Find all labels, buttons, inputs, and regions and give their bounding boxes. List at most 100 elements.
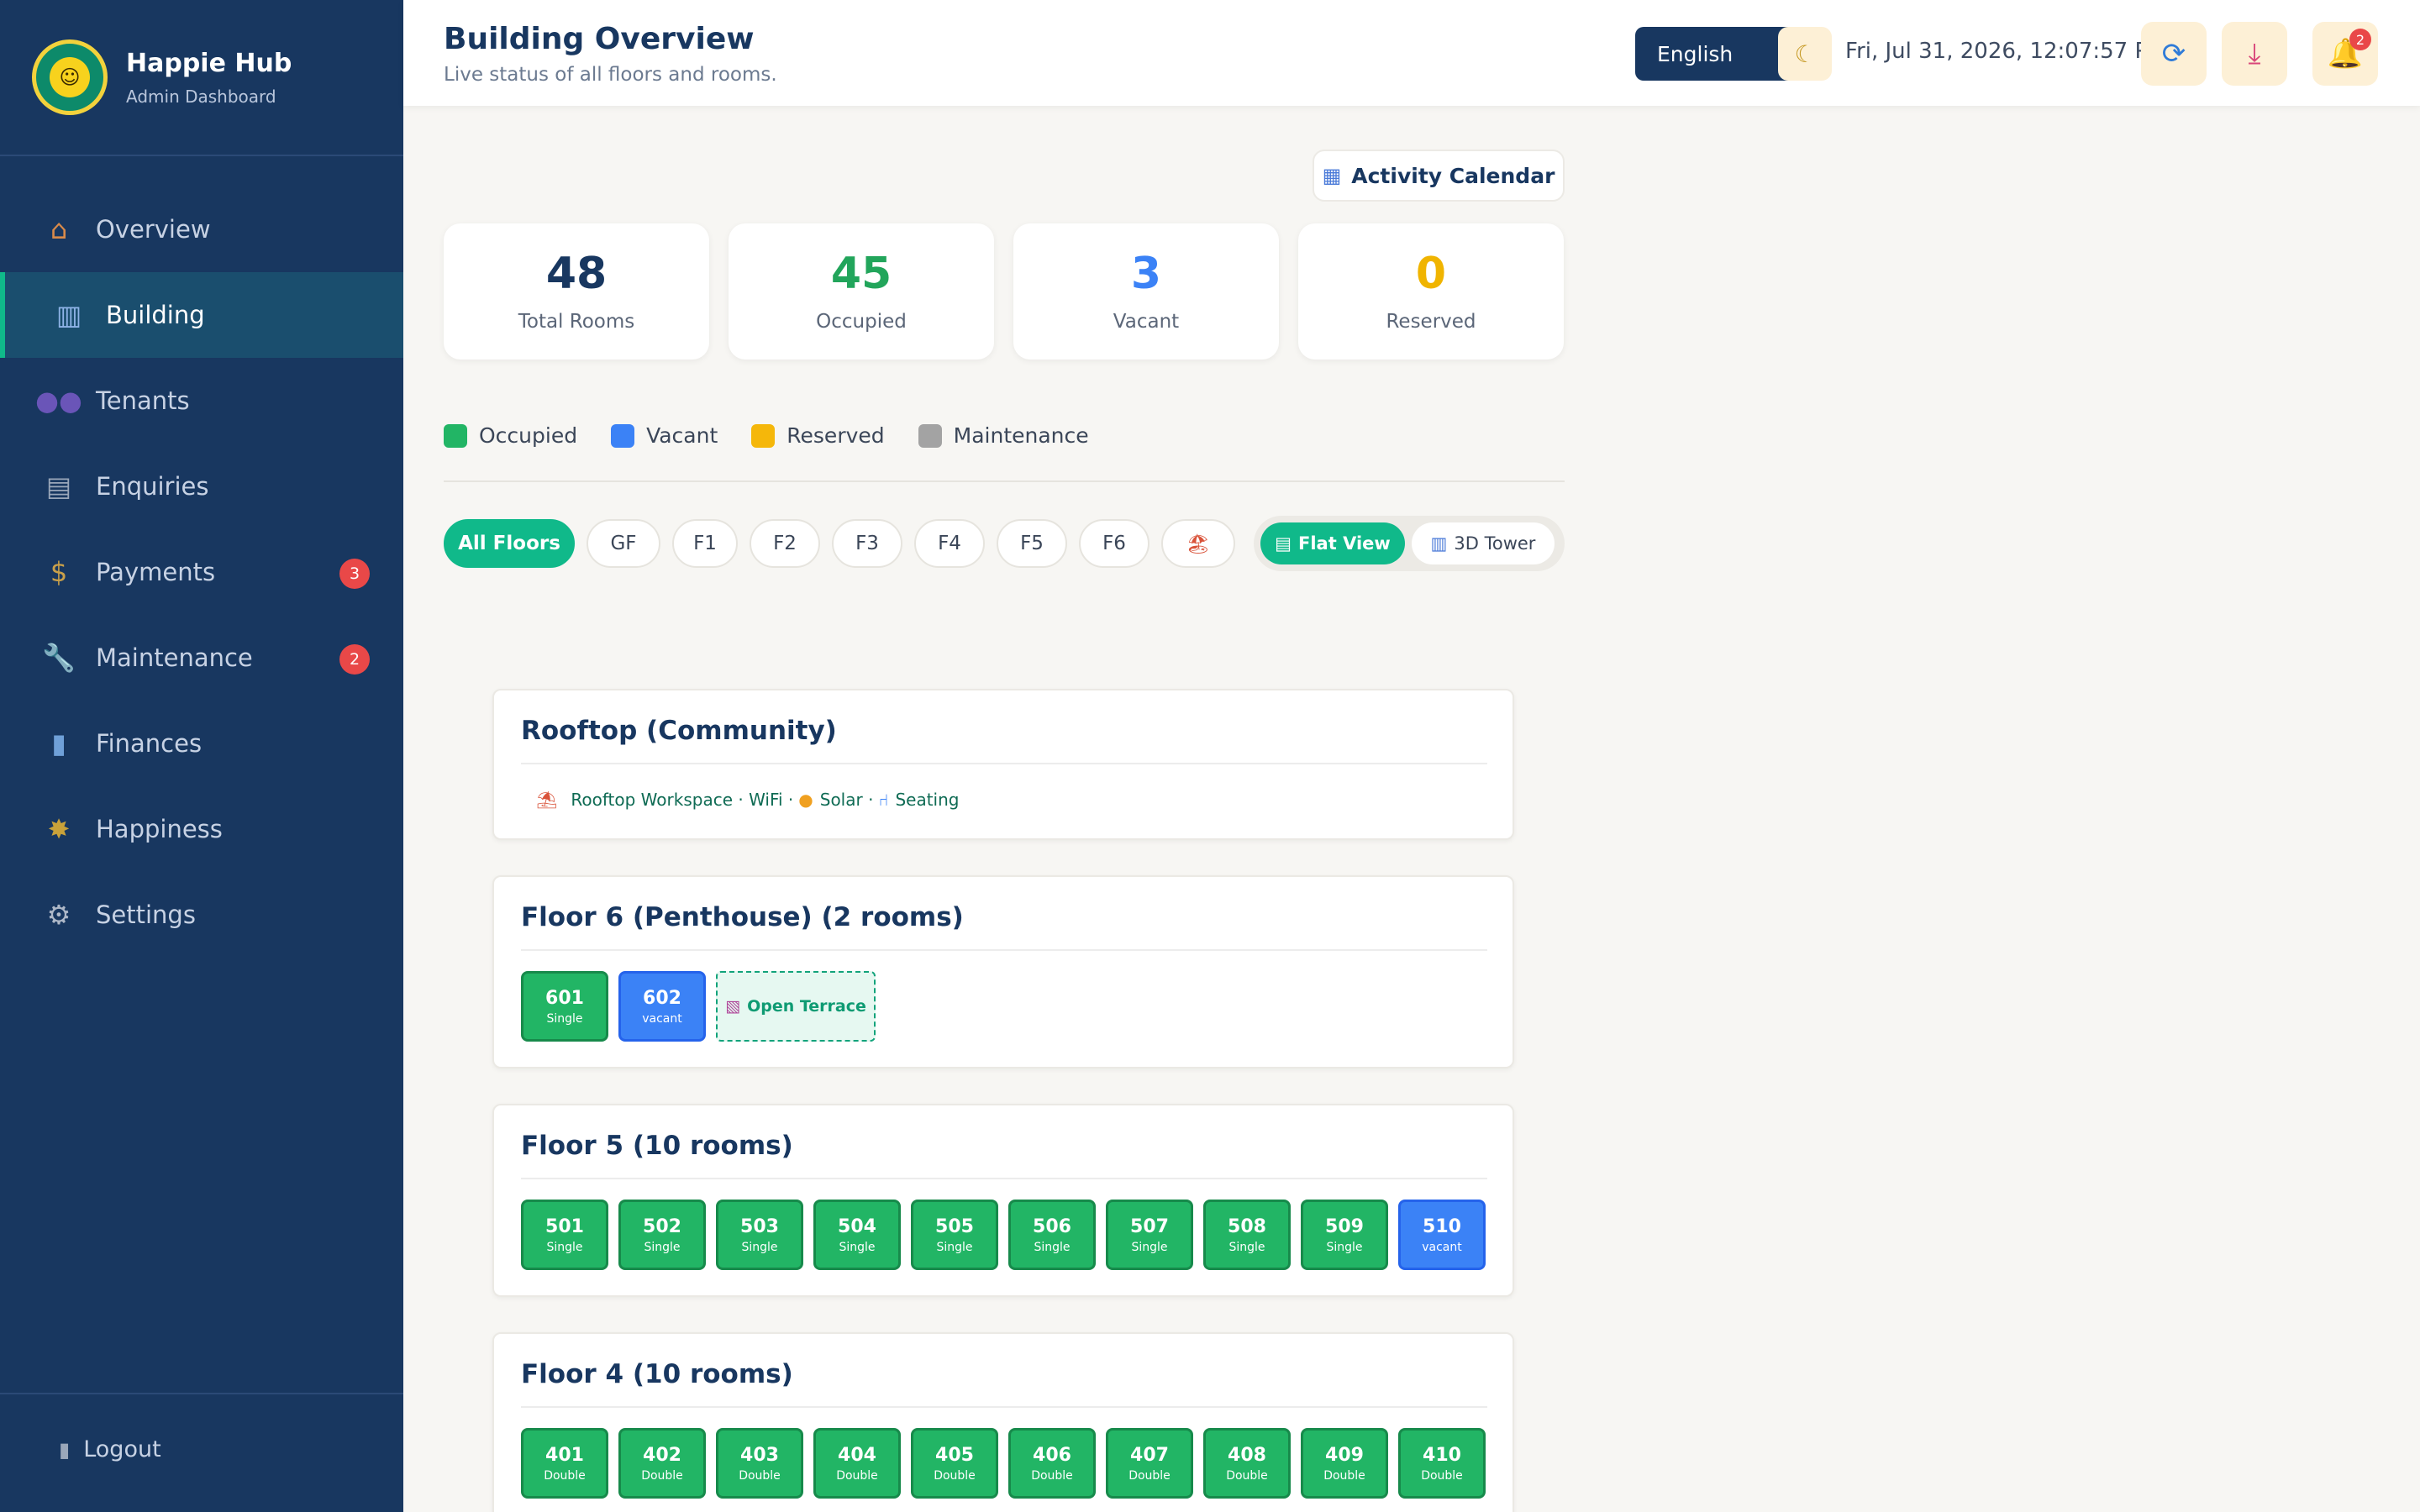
chair-icon: ⑁ xyxy=(878,790,889,810)
stat-value: 45 xyxy=(830,249,892,299)
legend-swatch xyxy=(751,423,776,448)
flat-view-button[interactable]: ▤ Flat View xyxy=(1260,522,1405,564)
stat-card-occupied: 45 Occupied xyxy=(729,223,994,360)
sidebar-item-label: Maintenance xyxy=(96,643,253,672)
room-tile[interactable]: 502 Single xyxy=(618,1200,706,1270)
floor-title: Rooftop (Community) xyxy=(521,716,837,746)
filter-f2[interactable]: F2 xyxy=(750,519,820,568)
filter-f3[interactable]: F3 xyxy=(832,519,902,568)
room-tile[interactable]: 501 Single xyxy=(521,1200,608,1270)
sidebar-item-overview[interactable]: ⌂ Overview xyxy=(0,186,403,272)
people-icon: ●● xyxy=(35,385,82,417)
logout-button[interactable]: ▮ Logout xyxy=(59,1436,161,1462)
legend-label: Maintenance xyxy=(953,423,1089,448)
room-tile[interactable]: 409 Double xyxy=(1301,1428,1388,1499)
filter-f1[interactable]: F1 xyxy=(672,519,738,568)
dark-mode-toggle[interactable]: ☾ xyxy=(1778,27,1832,81)
sidebar-item-tenants[interactable]: ●● Tenants xyxy=(0,358,403,444)
divider xyxy=(444,480,1565,482)
download-button[interactable]: ⤓ xyxy=(2222,22,2287,86)
floor-card-5: Floor 5 (10 rooms) 501 Single 502 Single 5… xyxy=(492,1104,1514,1297)
filter-rooftop[interactable]: 🏖 xyxy=(1161,519,1235,568)
filter-f4[interactable]: F4 xyxy=(914,519,985,568)
stat-label: Total Rooms xyxy=(518,311,635,333)
sidebar-item-maintenance[interactable]: 🔧 Maintenance 2 xyxy=(0,615,403,701)
room-tile[interactable]: 507 Single xyxy=(1106,1200,1193,1270)
room-type: Double xyxy=(1128,1468,1171,1483)
room-type: Single xyxy=(1131,1240,1168,1254)
notifications-button[interactable]: 🔔 2 xyxy=(2312,22,2378,86)
3d-tower-label: 3D Tower xyxy=(1454,533,1536,554)
room-tile[interactable]: 510 vacant xyxy=(1398,1200,1486,1270)
sidebar-item-finances[interactable]: ▮ Finances xyxy=(0,701,403,786)
room-tile[interactable]: 403 Double xyxy=(716,1428,803,1499)
room-tile[interactable]: 406 Double xyxy=(1008,1428,1096,1499)
home-icon: ⌂ xyxy=(50,213,68,245)
page-subtitle: Live status of all floors and rooms. xyxy=(444,64,777,86)
room-type: Double xyxy=(934,1468,976,1483)
3d-tower-button[interactable]: ▥ 3D Tower xyxy=(1412,522,1555,564)
room-number: 602 xyxy=(643,987,681,1009)
room-tile[interactable]: 405 Double xyxy=(911,1428,998,1499)
filter-f5[interactable]: F5 xyxy=(997,519,1067,568)
stat-value: 3 xyxy=(1130,249,1162,299)
room-tile[interactable]: 504 Single xyxy=(813,1200,901,1270)
stat-card-vacant: 3 Vacant xyxy=(1013,223,1279,360)
legend-occupied: Occupied xyxy=(444,423,577,448)
room-tile[interactable]: 509 Single xyxy=(1301,1200,1388,1270)
room-tile[interactable]: 505 Single xyxy=(911,1200,998,1270)
room-type: Double xyxy=(544,1468,586,1483)
sidebar-item-building[interactable]: ▥ Building xyxy=(0,272,403,358)
legend-label: Vacant xyxy=(646,423,718,448)
room-grid: 601 Single 602 vacant ▧ Open Terrace xyxy=(521,971,876,1042)
stat-card-reserved: 0 Reserved xyxy=(1298,223,1564,360)
door-icon: ▮ xyxy=(59,1437,71,1462)
room-type: Double xyxy=(1226,1468,1268,1483)
room-number: 406 xyxy=(1033,1444,1071,1466)
room-type: Double xyxy=(1421,1468,1463,1483)
activity-calendar-button[interactable]: ▦ Activity Calendar xyxy=(1313,150,1565,202)
money-bag-icon: $ xyxy=(50,556,68,588)
refresh-button[interactable]: ⟳ xyxy=(2141,22,2207,86)
sidebar-item-happiness[interactable]: ✸ Happiness xyxy=(0,786,403,872)
room-number: 408 xyxy=(1228,1444,1266,1466)
sidebar-item-enquiries[interactable]: ▤ Enquiries xyxy=(0,444,403,529)
floor-card-4: Floor 4 (10 rooms) 401 Double 402 Double 4… xyxy=(492,1332,1514,1512)
room-tile[interactable]: 601 Single xyxy=(521,971,608,1042)
filter-all-floors[interactable]: All Floors xyxy=(444,519,575,568)
room-number: 410 xyxy=(1423,1444,1461,1466)
divider xyxy=(521,763,1487,764)
room-type: Single xyxy=(839,1240,876,1254)
filter-f6[interactable]: F6 xyxy=(1079,519,1150,568)
room-tile[interactable]: 503 Single xyxy=(716,1200,803,1270)
room-tile[interactable]: 402 Double xyxy=(618,1428,706,1499)
page-title: Building Overview xyxy=(444,22,755,56)
room-number: 403 xyxy=(740,1444,779,1466)
legend-reserved: Reserved xyxy=(751,423,885,448)
room-type: Single xyxy=(546,1011,583,1026)
room-tile[interactable]: 602 vacant xyxy=(618,971,706,1042)
room-number: 507 xyxy=(1130,1215,1169,1237)
main-content: ▦ Activity Calendar 48 Total Rooms 45 Oc… xyxy=(403,106,2420,1512)
divider xyxy=(521,1406,1487,1408)
sidebar-item-payments[interactable]: $ Payments 3 xyxy=(0,529,403,615)
room-number: 404 xyxy=(838,1444,876,1466)
room-tile[interactable]: 410 Double xyxy=(1398,1428,1486,1499)
filter-gf[interactable]: GF xyxy=(587,519,660,568)
sidebar-item-label: Settings xyxy=(96,900,196,929)
sidebar-item-label: Building xyxy=(106,301,205,329)
sidebar-item-settings[interactable]: ⚙ Settings xyxy=(0,872,403,958)
room-tile[interactable]: 401 Double xyxy=(521,1428,608,1499)
legend-swatch xyxy=(611,423,635,448)
terrace-label: Open Terrace xyxy=(747,997,866,1016)
room-tile[interactable]: 404 Double xyxy=(813,1428,901,1499)
sidebar-divider xyxy=(0,155,403,156)
room-tile[interactable]: 408 Double xyxy=(1203,1428,1291,1499)
room-type: Single xyxy=(741,1240,778,1254)
room-number: 407 xyxy=(1130,1444,1169,1466)
room-tile[interactable]: 508 Single xyxy=(1203,1200,1291,1270)
room-tile[interactable]: 407 Double xyxy=(1106,1428,1193,1499)
calendar-icon: ▦ xyxy=(1322,164,1342,187)
room-tile[interactable]: 506 Single xyxy=(1008,1200,1096,1270)
sidebar: ☺ Happie Hub Admin Dashboard ⌂ Overview … xyxy=(0,0,403,1512)
